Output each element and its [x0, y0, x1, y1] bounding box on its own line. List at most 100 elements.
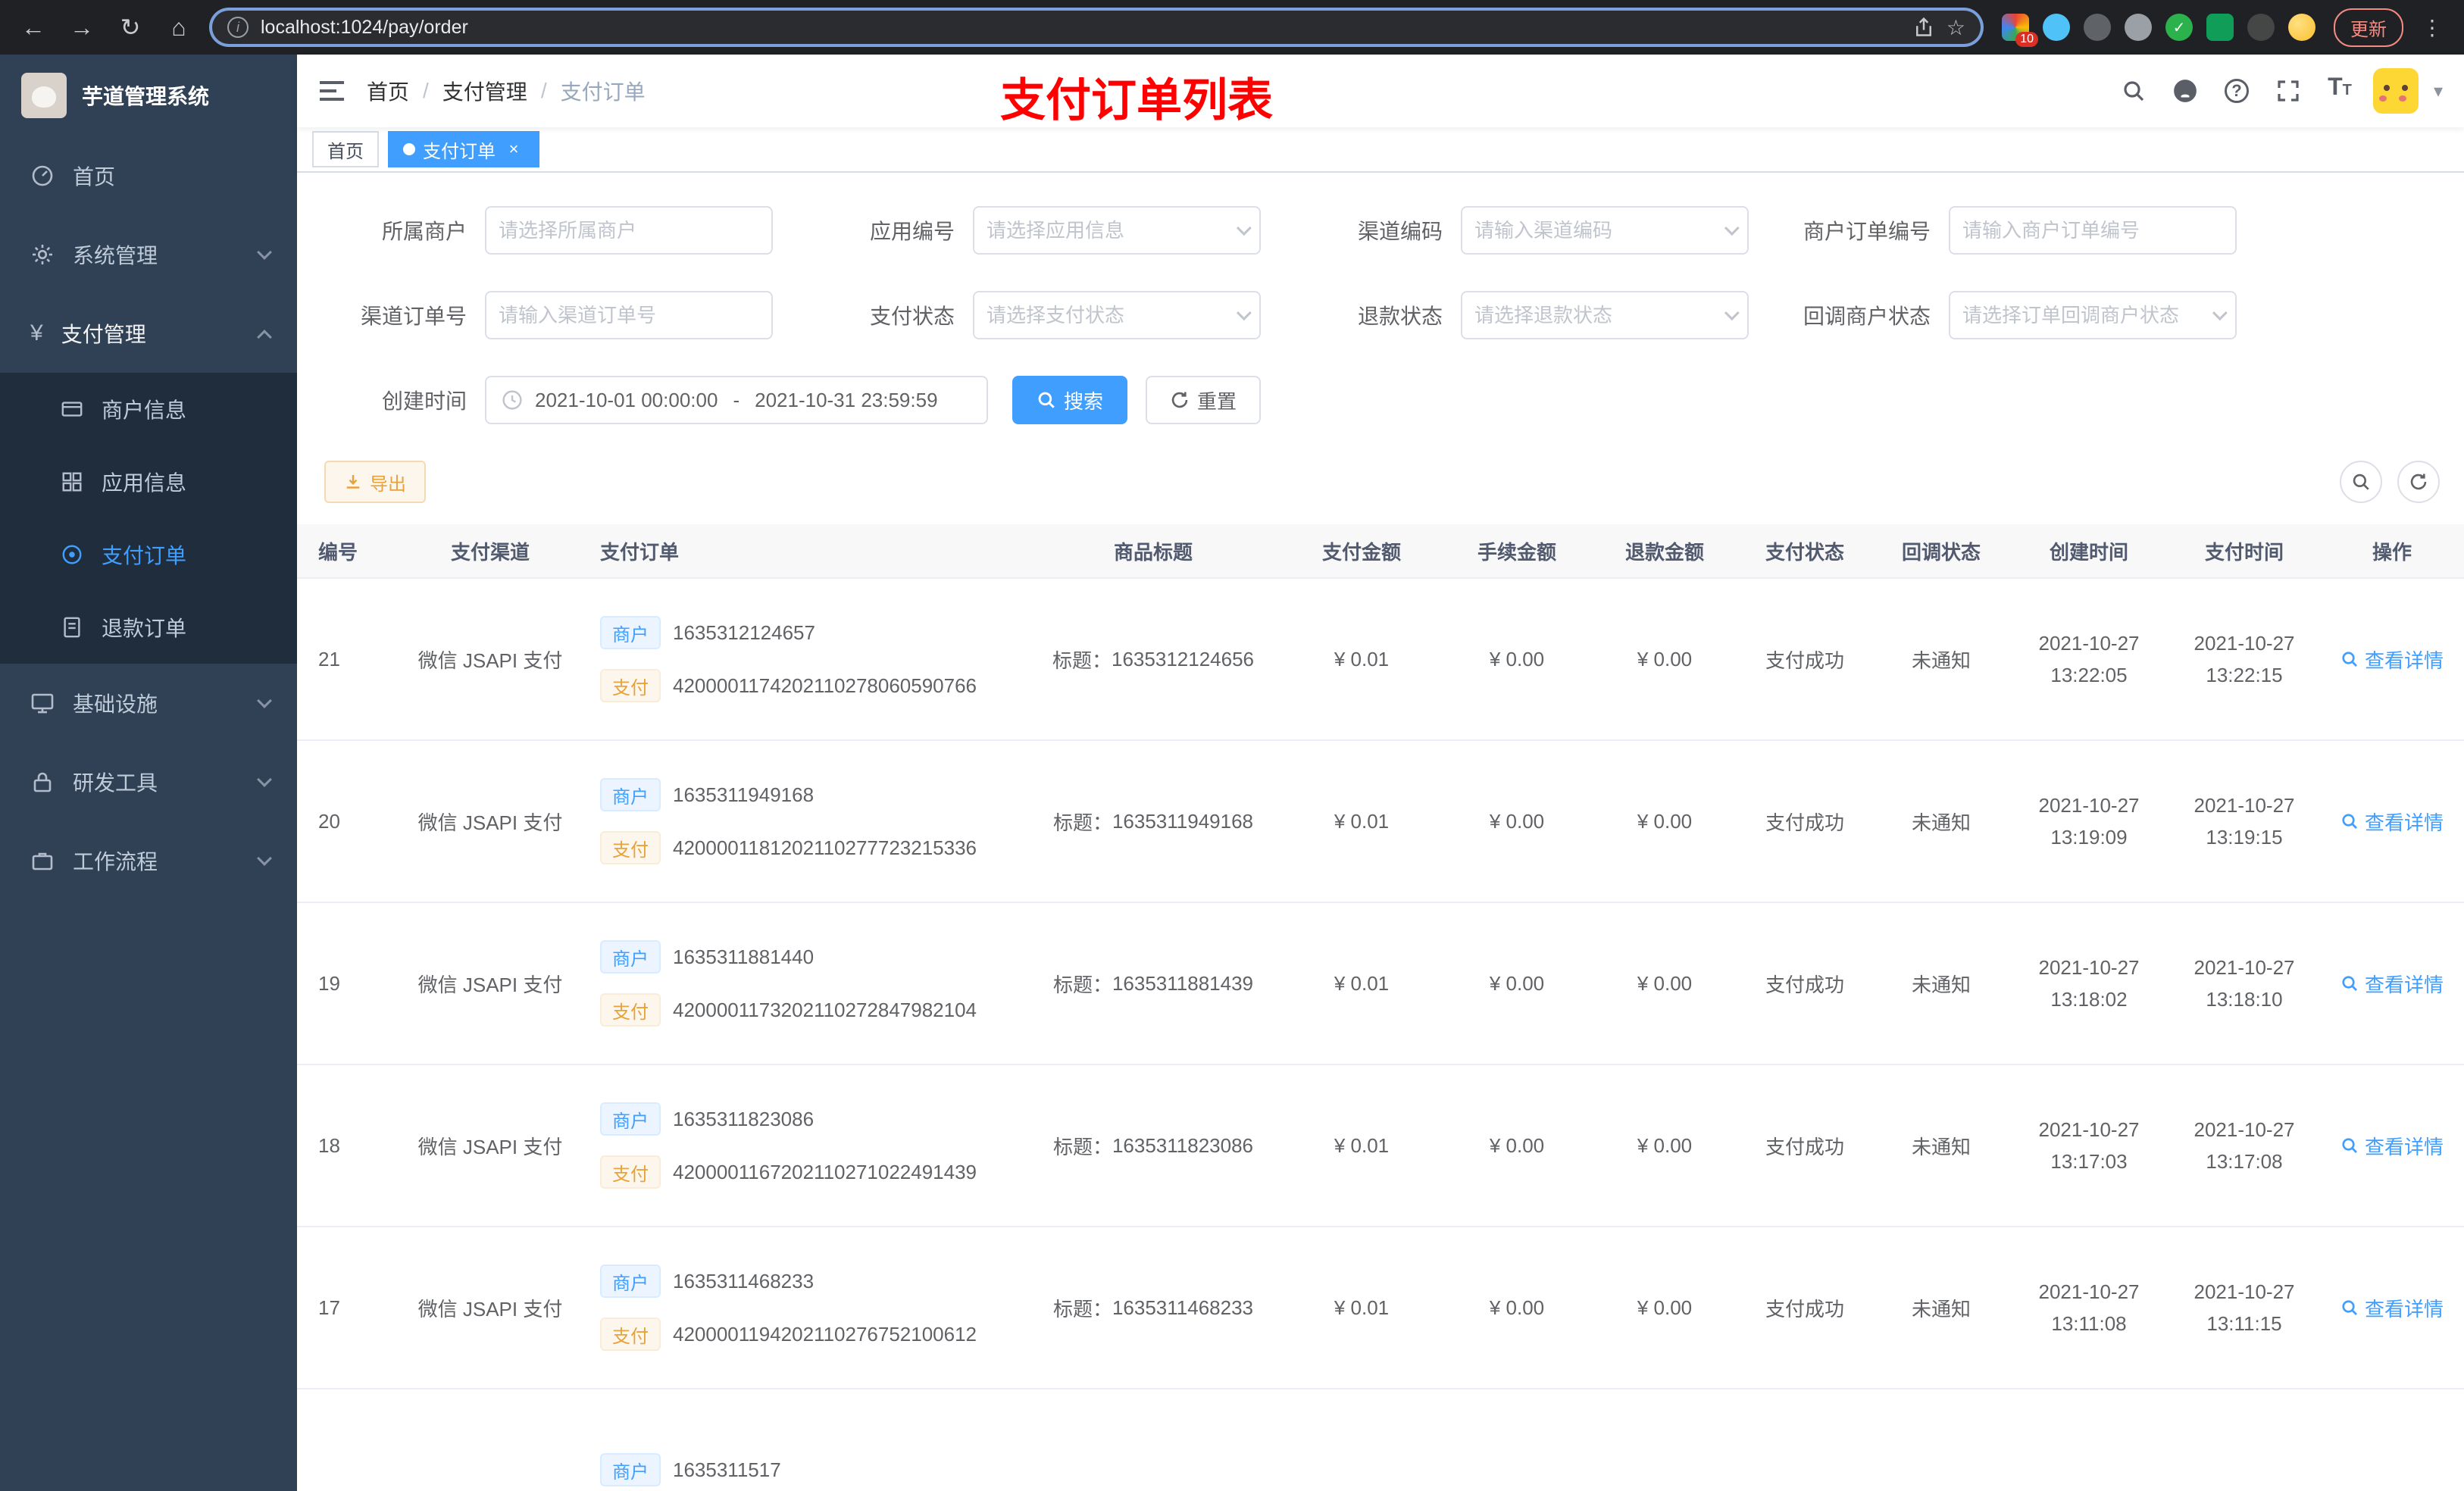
view-detail-link[interactable]: 查看详情 [2340, 808, 2444, 836]
cell-pay-amount: ¥ 0.01 [1334, 647, 1390, 670]
view-detail-link[interactable]: 查看详情 [2340, 1294, 2444, 1322]
export-button[interactable]: 导出 [324, 461, 426, 503]
browser-back-button[interactable] [15, 9, 52, 45]
extension-icon[interactable] [2084, 14, 2111, 41]
sidebar-item-system[interactable]: 系统管理 [0, 215, 297, 294]
extension-icon[interactable] [2206, 14, 2234, 41]
font-size-icon[interactable] [2322, 73, 2358, 109]
hamburger-icon[interactable] [318, 80, 346, 102]
browser-forward-button[interactable] [64, 9, 100, 45]
extension-icon[interactable] [2125, 14, 2152, 41]
view-detail-link[interactable]: 查看详情 [2340, 1132, 2444, 1160]
chevron-down-icon [257, 245, 272, 260]
cell-pay-amount: ¥ 0.01 [1334, 809, 1390, 833]
tab-pay-order[interactable]: 支付订单 [388, 131, 539, 167]
avatar[interactable] [2372, 68, 2419, 114]
url-text: localhost:1024/pay/order [261, 16, 468, 38]
tab-home[interactable]: 首页 [312, 131, 379, 167]
app-no-select[interactable] [973, 206, 1261, 255]
close-tab-icon[interactable] [503, 139, 524, 160]
fullscreen-icon[interactable] [2270, 73, 2306, 109]
notify-status-input[interactable] [1962, 303, 2203, 327]
app-shell: 芋道管理系统 首页 系统管理 支付管理 [0, 55, 2464, 1491]
cell-pay-amount: ¥ 0.01 [1334, 971, 1390, 995]
chevron-down-icon [1236, 220, 1252, 236]
share-icon[interactable] [1913, 17, 1934, 38]
address-bar[interactable]: localhost:1024/pay/order [209, 8, 1984, 47]
sidebar-item-refund-order[interactable]: 退款订单 [0, 591, 297, 664]
sidebar-item-home[interactable]: 首页 [0, 136, 297, 215]
sidebar-item-app-info[interactable]: 应用信息 [0, 445, 297, 518]
create-time-range-picker[interactable]: 2021-10-01 00:00:00 - 2021-10-31 23:59:5… [485, 376, 988, 424]
app-logo[interactable]: 芋道管理系统 [0, 55, 297, 136]
view-detail-link[interactable]: 查看详情 [2340, 970, 2444, 998]
filter-app-no: 应用编号 [806, 206, 1279, 255]
pay-status-input[interactable] [987, 303, 1227, 327]
site-info-icon[interactable] [227, 17, 249, 38]
browser-reload-button[interactable] [112, 9, 149, 45]
extension-icon[interactable] [2288, 14, 2315, 41]
filter-notify-status: 回调商户状态 [1782, 291, 2255, 339]
refund-status-select[interactable] [1461, 291, 1749, 339]
cell-channel [411, 1389, 570, 1491]
breadcrumb-pay-mgmt[interactable]: 支付管理 [442, 76, 527, 106]
browser-menu-icon[interactable] [2416, 15, 2449, 40]
merchant-order-no-input[interactable] [1962, 218, 2223, 242]
pay-no: 4200001167202110271022491439 [673, 1160, 977, 1183]
filter-row-1: 所属商户 应用编号 渠道编码 [297, 206, 2464, 255]
search-icon[interactable] [2115, 73, 2152, 109]
cell-pay-amount: ¥ 0.01 [1334, 1133, 1390, 1157]
cell-pay-status: 支付成功 [1765, 1135, 1844, 1158]
filter-label: 渠道编码 [1357, 220, 1443, 243]
breadcrumb: 首页 / 支付管理 / 支付订单 [367, 76, 646, 106]
table-row: 17 微信 JSAPI 支付 商户 1635311468233 支付 4200001… [297, 1227, 2464, 1389]
chevron-down-icon [1724, 305, 1740, 321]
browser-chrome: localhost:1024/pay/order 10 更新 [0, 0, 2464, 55]
merchant-select[interactable] [485, 206, 773, 255]
extension-icon[interactable] [2247, 14, 2275, 41]
cell-title: 标题： 1635311881439 [1052, 971, 1254, 996]
merchant-tag: 商户 [600, 1102, 661, 1136]
pay-status-select[interactable] [973, 291, 1261, 339]
refresh-table-button[interactable] [2397, 461, 2440, 503]
sidebar-item-infra[interactable]: 基础设施 [0, 664, 297, 742]
sidebar-item-pay-order[interactable]: 支付订单 [0, 518, 297, 591]
breadcrumb-home[interactable]: 首页 [367, 76, 409, 106]
browser-update-button[interactable]: 更新 [2334, 8, 2403, 47]
cell-channel: 微信 JSAPI 支付 [417, 973, 563, 996]
notify-status-select[interactable] [1949, 291, 2237, 339]
reset-button[interactable]: 重置 [1146, 376, 1262, 424]
date-start: 2021-10-01 00:00:00 [535, 388, 718, 411]
pay-no: 4200001174202110278060590766 [673, 674, 977, 697]
extension-icon[interactable] [2043, 14, 2070, 41]
bookmark-star-icon[interactable] [1946, 15, 1965, 40]
help-icon[interactable] [2219, 73, 2255, 109]
cell-refund-amount [1593, 1389, 1737, 1491]
filter-label: 所属商户 [381, 220, 467, 243]
toggle-search-button[interactable] [2340, 461, 2382, 503]
channel-code-input[interactable] [1474, 218, 1715, 242]
app-no-input[interactable] [987, 218, 1227, 242]
sidebar-item-payment[interactable]: 支付管理 [0, 294, 297, 373]
cell-notify-status: 未通知 [1911, 811, 1971, 834]
browser-home-button[interactable] [161, 9, 197, 45]
sidebar-item-merchant-info[interactable]: 商户信息 [0, 373, 297, 445]
avatar-caret-icon[interactable] [2434, 80, 2443, 102]
refund-status-input[interactable] [1474, 303, 1715, 327]
cell-pay-time: 2021-10-27 13:11:15 [2194, 1280, 2295, 1335]
chevron-down-icon [257, 693, 272, 708]
channel-order-no-input[interactable] [499, 303, 759, 327]
cell-notify-status: 未通知 [1911, 973, 1971, 996]
github-icon[interactable] [2167, 73, 2203, 109]
channel-order-no-field[interactable] [485, 291, 773, 339]
merchant-order-no-field[interactable] [1949, 206, 2237, 255]
sidebar-item-workflow[interactable]: 工作流程 [0, 821, 297, 900]
sidebar-item-dev-tools[interactable]: 研发工具 [0, 742, 297, 821]
search-button[interactable]: 搜索 [1012, 376, 1128, 424]
cell-refund-amount: ¥ 0.00 [1637, 1296, 1693, 1319]
extension-icon[interactable] [2165, 14, 2193, 41]
extension-icon[interactable]: 10 [2002, 14, 2038, 47]
view-detail-link[interactable]: 查看详情 [2340, 645, 2444, 674]
channel-code-select[interactable] [1461, 206, 1749, 255]
merchant-input[interactable] [499, 218, 759, 242]
